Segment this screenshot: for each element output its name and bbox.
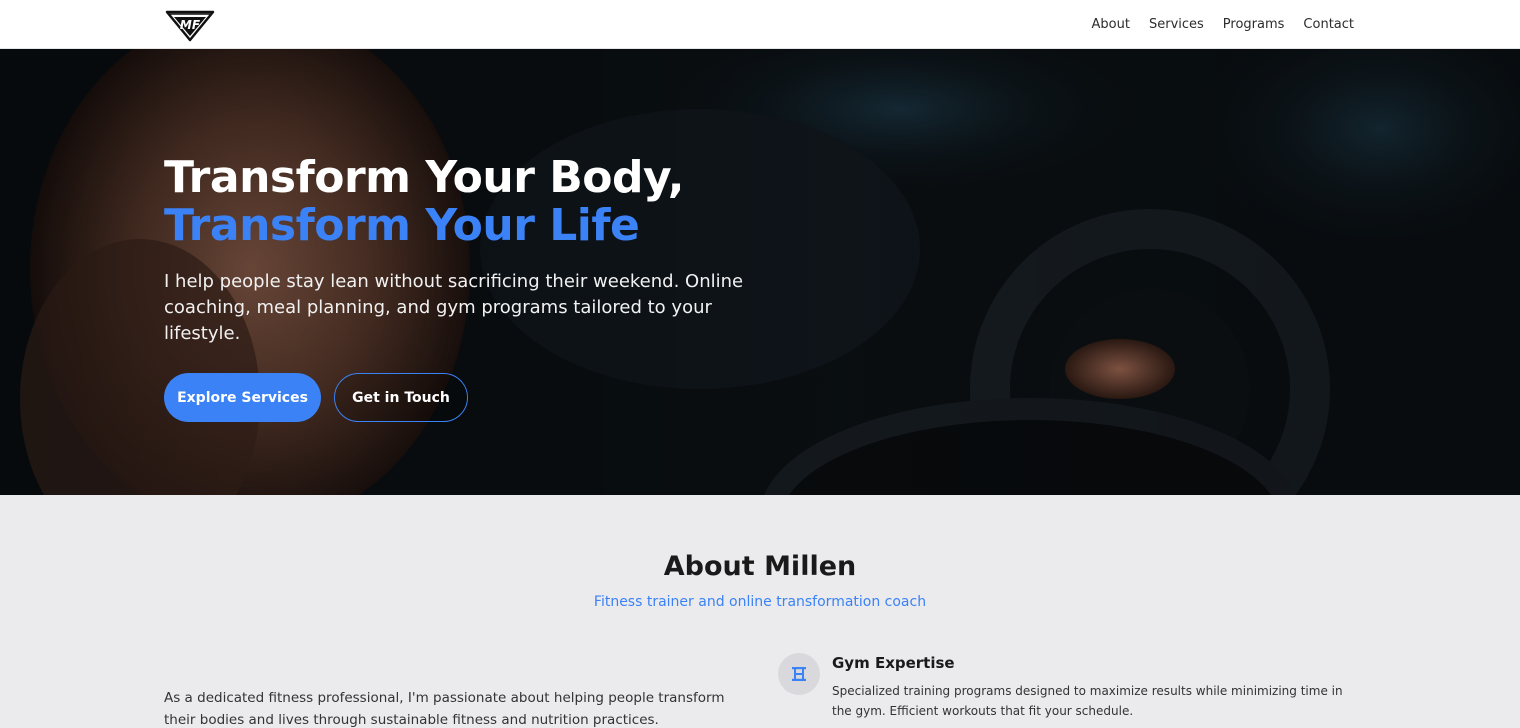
dumbbell-icon-glyph [792, 667, 806, 681]
nav-link-services[interactable]: Services [1149, 17, 1204, 32]
hero-subtitle: I help people stay lean without sacrific… [164, 271, 744, 344]
about-subtitle: Fitness trainer and online transformatio… [593, 594, 927, 610]
hero-title: Transform Your Body, Transform Your Life [164, 154, 804, 250]
explore-services-button[interactable]: Explore Services [164, 373, 321, 422]
nav-link-about[interactable]: About [1092, 17, 1130, 32]
logo-mark: MF [165, 10, 215, 42]
main-nav: About Services Programs Contact [1092, 0, 1354, 49]
hero-title-line2: Transform Your Life [164, 200, 640, 251]
about-title: About Millen [663, 551, 857, 582]
feature-description: Specialized training programs designed t… [832, 684, 1343, 718]
hero-section: Transform Your Body, Transform Your Life… [0, 49, 1520, 495]
about-text: As a dedicated fitness professional, I'm… [164, 690, 725, 728]
site-header: MF About Services Programs Contact [0, 0, 1520, 49]
nav-link-contact[interactable]: Contact [1303, 17, 1354, 32]
hero-title-line1: Transform Your Body, [164, 152, 684, 203]
nav-link-programs[interactable]: Programs [1223, 17, 1285, 32]
hero-buttons: Explore Services Get in Touch [164, 373, 804, 422]
logo[interactable]: MF [165, 8, 215, 42]
about-section: About Millen Fitness trainer and online … [0, 495, 1520, 728]
get-in-touch-button[interactable]: Get in Touch [334, 373, 468, 422]
dumbbell-icon [778, 653, 820, 695]
hero-content: Transform Your Body, Transform Your Life… [164, 154, 804, 422]
logo-text: MF [180, 18, 201, 32]
feature-title: Gym Expertise [832, 654, 955, 672]
